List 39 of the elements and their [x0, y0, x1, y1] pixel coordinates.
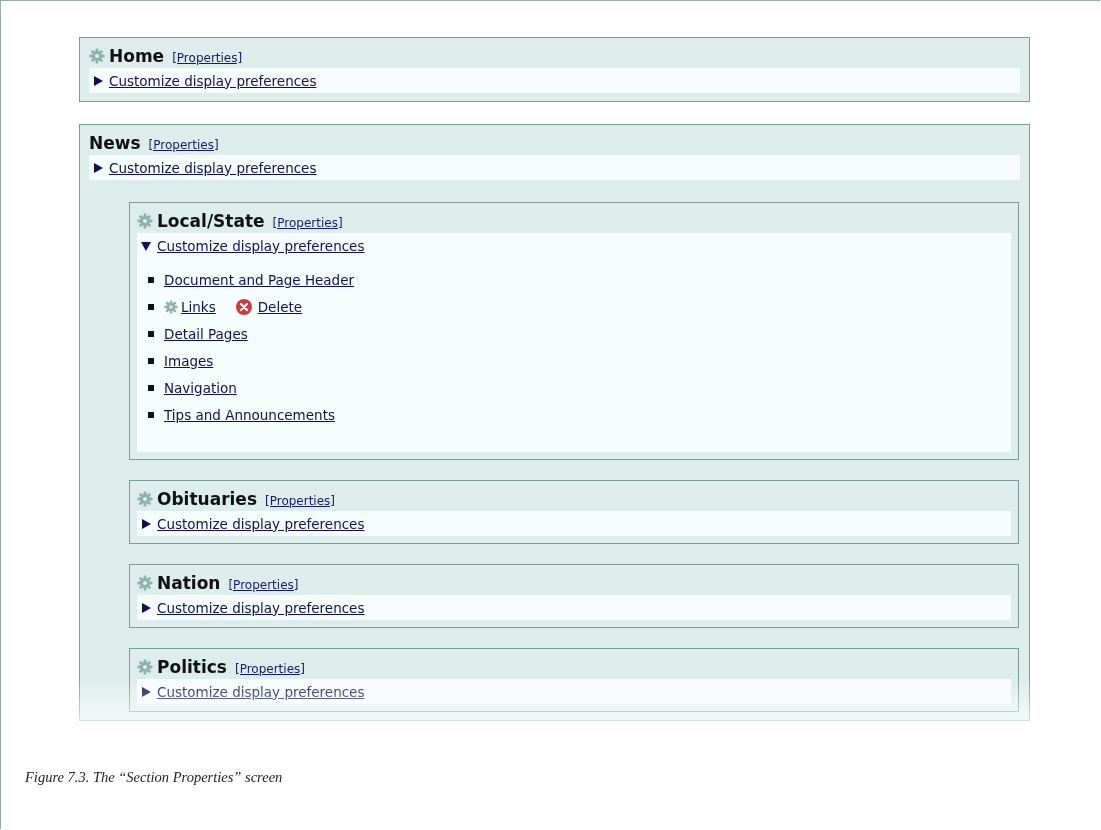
section-title: News	[89, 133, 141, 153]
preference-link[interactable]: Links	[181, 298, 216, 315]
properties-link[interactable]: [Properties]	[228, 577, 299, 592]
properties-link[interactable]: [Properties]	[148, 137, 219, 152]
customize-link[interactable]: Customize display preferences	[157, 599, 365, 616]
preference-link[interactable]: Document and Page Header	[164, 271, 355, 288]
section-title: Home	[109, 46, 165, 66]
bullet-icon	[148, 357, 154, 364]
bullet-icon	[148, 303, 154, 310]
delete-link[interactable]: Delete	[257, 298, 303, 315]
preference-link[interactable]: Navigation	[164, 379, 237, 396]
preference-link[interactable]: Detail Pages	[164, 325, 248, 342]
preference-link[interactable]: Tips and Announcements	[164, 406, 335, 423]
collapsed-triangle-icon[interactable]	[141, 686, 151, 697]
collapsed-triangle-icon[interactable]	[141, 518, 151, 529]
bullet-icon	[148, 330, 154, 337]
section-title: Local/State	[157, 211, 265, 231]
customize-link[interactable]: Customize display preferences	[157, 515, 365, 532]
customize-link[interactable]: Customize display preferences	[109, 159, 317, 176]
customize-link[interactable]: Customize display preferences	[157, 683, 365, 700]
customize-link[interactable]: Customize display preferences	[157, 237, 365, 254]
section-title: Nation	[157, 573, 221, 593]
expanded-triangle-icon[interactable]	[141, 240, 151, 251]
collapsed-triangle-icon[interactable]	[93, 162, 103, 173]
bullet-icon	[148, 411, 154, 418]
bullet-icon	[148, 384, 154, 391]
figure-caption: Figure 7.3. The “Section Properties” screen	[25, 769, 283, 786]
delete-icon[interactable]	[235, 298, 252, 315]
properties-link[interactable]: [Properties]	[172, 50, 243, 65]
bullet-icon	[148, 276, 154, 283]
customize-link[interactable]: Customize display preferences	[109, 72, 317, 89]
section-title: Politics	[157, 657, 227, 677]
preference-link[interactable]: Images	[164, 352, 214, 369]
properties-link[interactable]: [Properties]	[234, 661, 305, 676]
collapsed-triangle-icon[interactable]	[141, 602, 151, 613]
section-title: Obituaries	[157, 489, 257, 509]
properties-link[interactable]: [Properties]	[272, 215, 343, 230]
properties-link[interactable]: [Properties]	[265, 493, 336, 508]
collapsed-triangle-icon[interactable]	[93, 75, 103, 86]
